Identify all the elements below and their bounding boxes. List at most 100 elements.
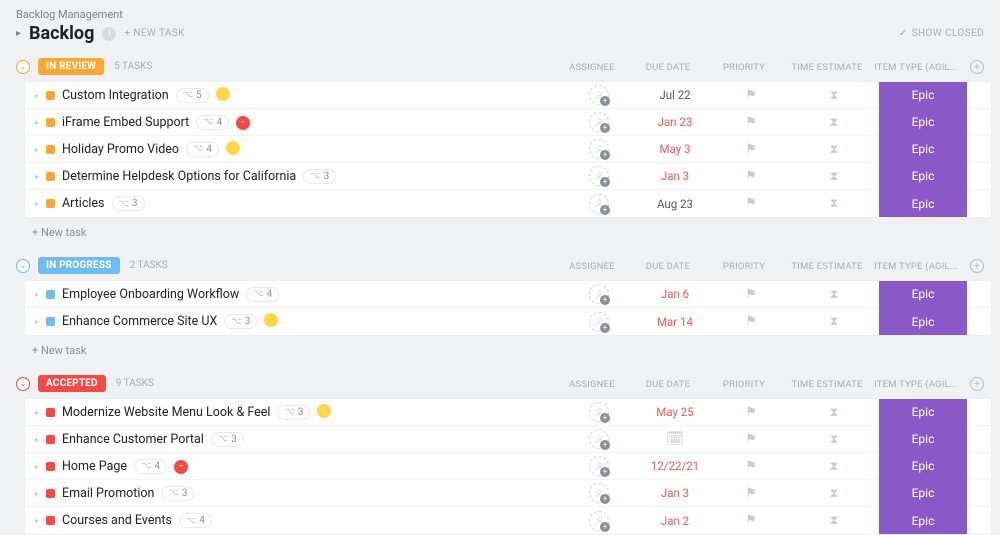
time-estimate-icon[interactable]: ⧗ (830, 287, 838, 301)
subtask-count[interactable]: ⌥ 3 (112, 196, 145, 211)
tag-icon[interactable] (216, 87, 230, 101)
expand-row-icon[interactable]: ▸ (35, 91, 39, 100)
calendar-icon[interactable]: 🗓 (666, 431, 684, 447)
assignee-add-button[interactable]: + (589, 284, 609, 304)
priority-flag-icon[interactable]: ⚑ (745, 459, 757, 474)
priority-flag-icon[interactable]: ⚑ (745, 405, 757, 420)
due-date-cell[interactable]: 12/22/21 (637, 459, 713, 473)
priority-flag-icon[interactable]: ⚑ (745, 142, 757, 157)
task-name[interactable]: Courses and Events (62, 513, 172, 528)
time-estimate-icon[interactable]: ⧗ (830, 405, 838, 419)
time-estimate-icon[interactable]: ⧗ (830, 115, 838, 129)
due-date-cell[interactable]: May 3 (637, 142, 713, 156)
time-estimate-icon[interactable]: ⧗ (830, 142, 838, 156)
assignee-add-button[interactable]: + (589, 112, 609, 132)
task-row[interactable]: ▸ Home Page ⌥ 4 − + 12/22/21 ⚑ ⧗ Epic (25, 453, 991, 480)
status-pill[interactable]: IN PROGRESS (38, 257, 120, 274)
status-square-icon[interactable] (46, 199, 55, 208)
task-row[interactable]: ▸ Articles ⌥ 3 + Aug 23 ⚑ ⧗ Epic (25, 190, 991, 217)
status-square-icon[interactable] (46, 317, 55, 326)
item-type-badge[interactable]: Epic (879, 109, 967, 136)
task-row[interactable]: ▸ Courses and Events ⌥ 4 + Jan 2 ⚑ ⧗ Epi… (25, 507, 991, 534)
time-estimate-icon[interactable]: ⧗ (830, 513, 838, 527)
status-square-icon[interactable] (46, 290, 55, 299)
task-name[interactable]: Holiday Promo Video (62, 142, 179, 157)
subtask-count[interactable]: ⌥ 3 (161, 486, 194, 501)
priority-flag-icon[interactable]: ⚑ (745, 432, 757, 447)
time-estimate-icon[interactable]: ⧗ (830, 88, 838, 102)
task-row[interactable]: ▸ Modernize Website Menu Look & Feel ⌥ 3… (25, 399, 991, 426)
add-column-button[interactable]: + (970, 259, 984, 273)
task-name[interactable]: iFrame Embed Support (62, 115, 189, 130)
assignee-add-button[interactable]: + (589, 194, 609, 214)
status-pill[interactable]: ACCEPTED (38, 375, 106, 392)
item-type-badge[interactable]: Epic (879, 82, 967, 109)
tag-icon[interactable] (317, 404, 331, 418)
expand-row-icon[interactable]: ▸ (35, 199, 39, 208)
assignee-add-button[interactable]: + (589, 429, 609, 449)
task-row[interactable]: ▸ Custom Integration ⌥ 5 + Jul 22 ⚑ ⧗ Ep… (25, 82, 991, 109)
assignee-add-button[interactable]: + (589, 139, 609, 159)
item-type-badge[interactable]: Epic (879, 308, 967, 335)
collapse-group-button[interactable]: ⌄ (16, 377, 30, 391)
subtask-count[interactable]: ⌥ 4 (134, 459, 167, 474)
expand-row-icon[interactable]: ▸ (35, 489, 39, 498)
task-row[interactable]: ▸ iFrame Embed Support ⌥ 4 − + Jan 23 ⚑ … (25, 109, 991, 136)
expand-row-icon[interactable]: ▸ (35, 462, 39, 471)
info-icon[interactable]: i (102, 27, 116, 41)
expand-row-icon[interactable]: ▸ (35, 290, 39, 299)
expand-caret-icon[interactable]: ▸ (16, 28, 21, 39)
subtask-count[interactable]: ⌥ 4 (246, 287, 279, 302)
expand-row-icon[interactable]: ▸ (35, 516, 39, 525)
task-row[interactable]: ▸ Enhance Commerce Site UX ⌥ 3 + Mar 14 … (25, 308, 991, 335)
expand-row-icon[interactable]: ▸ (35, 408, 39, 417)
subtask-count[interactable]: ⌥ 3 (303, 169, 336, 184)
task-name[interactable]: Employee Onboarding Workflow (62, 287, 239, 302)
new-task-button[interactable]: + NEW TASK (124, 28, 184, 39)
due-date-cell[interactable]: Jan 2 (637, 514, 713, 528)
expand-row-icon[interactable]: ▸ (35, 435, 39, 444)
item-type-badge[interactable]: Epic (879, 190, 967, 217)
task-name[interactable]: Modernize Website Menu Look & Feel (62, 405, 270, 420)
subtask-count[interactable]: ⌥ 4 (196, 115, 229, 130)
item-type-badge[interactable]: Epic (879, 453, 967, 480)
tag-icon[interactable] (264, 313, 278, 327)
item-type-badge[interactable]: Epic (879, 136, 967, 163)
assignee-add-button[interactable]: + (589, 456, 609, 476)
item-type-badge[interactable]: Epic (879, 507, 967, 534)
task-name[interactable]: Enhance Customer Portal (62, 432, 204, 447)
item-type-badge[interactable]: Epic (879, 399, 967, 426)
task-name[interactable]: Articles (62, 196, 105, 211)
assignee-add-button[interactable]: + (589, 402, 609, 422)
priority-flag-icon[interactable]: ⚑ (745, 115, 757, 130)
tag-icon[interactable] (226, 141, 240, 155)
status-square-icon[interactable] (46, 172, 55, 181)
task-row[interactable]: ▸ Enhance Customer Portal ⌥ 3 + 🗓 ⚑ ⧗ Ep… (25, 426, 991, 453)
task-row[interactable]: ▸ Employee Onboarding Workflow ⌥ 4 + Jan… (25, 281, 991, 308)
status-square-icon[interactable] (46, 489, 55, 498)
time-estimate-icon[interactable]: ⧗ (830, 196, 838, 210)
task-row[interactable]: ▸ Holiday Promo Video ⌥ 4 + May 3 ⚑ ⧗ Ep… (25, 136, 991, 163)
task-name[interactable]: Home Page (62, 459, 127, 474)
due-date-cell[interactable]: Jan 3 (637, 486, 713, 500)
task-name[interactable]: Email Promotion (62, 486, 154, 501)
due-date-cell[interactable]: Jul 22 (637, 88, 713, 102)
assignee-add-button[interactable]: + (589, 312, 609, 332)
assignee-add-button[interactable]: + (589, 166, 609, 186)
status-square-icon[interactable] (46, 408, 55, 417)
subtask-count[interactable]: ⌥ 4 (179, 513, 212, 528)
due-date-cell[interactable]: Jan 6 (637, 287, 713, 301)
status-square-icon[interactable] (46, 118, 55, 127)
status-square-icon[interactable] (46, 145, 55, 154)
subtask-count[interactable]: ⌥ 3 (277, 405, 310, 420)
expand-row-icon[interactable]: ▸ (35, 145, 39, 154)
priority-flag-icon[interactable]: ⚑ (745, 88, 757, 103)
priority-flag-icon[interactable]: ⚑ (745, 513, 757, 528)
status-square-icon[interactable] (46, 516, 55, 525)
priority-flag-icon[interactable]: ⚑ (745, 169, 757, 184)
expand-row-icon[interactable]: ▸ (35, 317, 39, 326)
due-date-cell[interactable]: Jan 23 (637, 115, 713, 129)
subtask-count[interactable]: ⌥ 5 (176, 88, 209, 103)
new-task-row[interactable]: + New task (8, 218, 992, 239)
show-closed-toggle[interactable]: ✓ SHOW CLOSED (899, 28, 984, 39)
